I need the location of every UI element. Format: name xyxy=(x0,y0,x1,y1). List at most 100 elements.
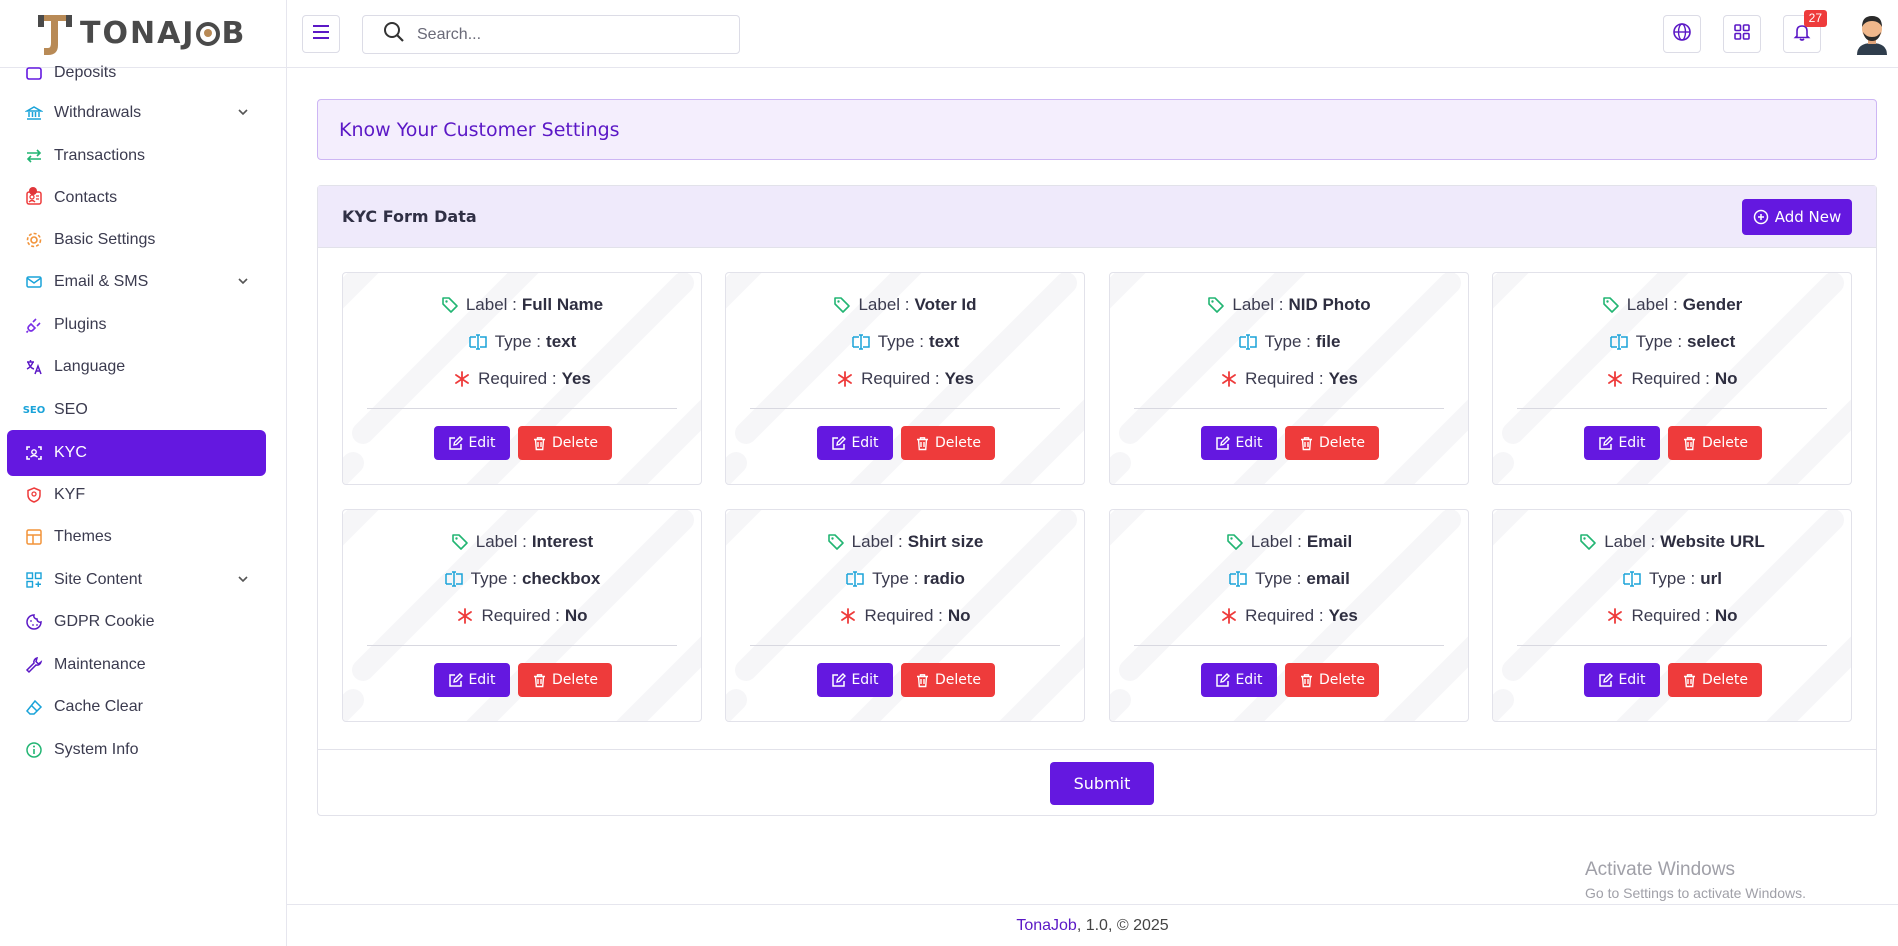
tag-icon xyxy=(1207,296,1225,314)
required-prefix: Required : xyxy=(1245,369,1324,388)
field-required-value: Yes xyxy=(944,369,974,388)
field-label-row: Label : NID Photo xyxy=(1110,295,1468,315)
trash-icon xyxy=(915,673,930,688)
menu-toggle-button[interactable] xyxy=(302,15,340,53)
language-button[interactable] xyxy=(1663,15,1701,53)
asterisk-icon xyxy=(453,370,471,388)
delete-label: Delete xyxy=(1319,672,1365,688)
sidebar-item-kyf[interactable]: KYF xyxy=(7,472,266,518)
seo-icon: SEO xyxy=(22,404,46,416)
edit-button[interactable]: Edit xyxy=(434,663,510,697)
sidebar-item-kyc[interactable]: KYC xyxy=(7,430,266,476)
kyc-form-card: KYC Form Data Add New Label : Full Name Ty… xyxy=(317,185,1877,816)
page-title: Know Your Customer Settings xyxy=(339,118,620,141)
search-input[interactable] xyxy=(417,25,717,44)
sidebar-item-label: KYF xyxy=(54,486,86,503)
add-new-button[interactable]: Add New xyxy=(1742,199,1852,235)
field-required-value: Yes xyxy=(1328,369,1358,388)
sidebar-item-plugins[interactable]: Plugins xyxy=(7,302,266,348)
type-prefix: Type : xyxy=(1255,569,1302,588)
required-prefix: Required : xyxy=(861,369,940,388)
edit-button[interactable]: Edit xyxy=(1584,663,1660,697)
delete-button[interactable]: Delete xyxy=(1668,426,1762,460)
logo-mark-icon xyxy=(36,13,76,55)
sidebar-item-withdrawals[interactable]: Withdrawals xyxy=(7,90,266,136)
avatar[interactable] xyxy=(1851,11,1893,55)
sidebar-item-label: Cache Clear xyxy=(54,698,143,715)
sidebar-item-site-content[interactable]: Site Content xyxy=(7,557,266,603)
delete-button[interactable]: Delete xyxy=(901,426,995,460)
trash-icon xyxy=(1299,673,1314,688)
field-type-value: text xyxy=(929,332,960,351)
asterisk-icon xyxy=(1606,607,1624,625)
kyc-field-card: Label : Website URL Type : url Required : No E… xyxy=(1492,509,1852,722)
tag-icon xyxy=(441,296,459,314)
wallet-icon xyxy=(24,63,44,83)
delete-button[interactable]: Delete xyxy=(1668,663,1762,697)
edit-button[interactable]: Edit xyxy=(434,426,510,460)
topbar: 27 xyxy=(287,0,1898,68)
delete-button[interactable]: Delete xyxy=(901,663,995,697)
field-label-row: Label : Website URL xyxy=(1493,532,1851,552)
label-prefix: Label : xyxy=(465,295,517,314)
grid-icon xyxy=(1733,23,1751,46)
delete-label: Delete xyxy=(935,672,981,688)
add-new-label: Add New xyxy=(1774,208,1842,226)
field-required-row: Required : No xyxy=(726,606,1084,626)
delete-button[interactable]: Delete xyxy=(518,426,612,460)
footer-brand-link[interactable]: TonaJob xyxy=(1016,917,1077,935)
asterisk-icon xyxy=(1220,607,1238,625)
edit-button[interactable]: Edit xyxy=(817,663,893,697)
sidebar-item-label: KYC xyxy=(54,444,87,461)
field-label-value: Interest xyxy=(531,532,594,551)
type-prefix: Type : xyxy=(872,569,919,588)
sidebar-item-maintenance[interactable]: Maintenance xyxy=(7,642,266,688)
notification-count-badge: 27 xyxy=(1803,10,1827,27)
edit-button[interactable]: Edit xyxy=(817,426,893,460)
submit-button[interactable]: Submit xyxy=(1050,762,1154,805)
edit-label: Edit xyxy=(1235,435,1263,451)
required-prefix: Required : xyxy=(1631,369,1710,388)
sidebar-item-transactions[interactable]: Transactions xyxy=(7,133,266,179)
edit-button[interactable]: Edit xyxy=(1201,663,1277,697)
asterisk-icon xyxy=(836,370,854,388)
notifications-button[interactable]: 27 xyxy=(1783,10,1827,53)
sidebar-item-seo[interactable]: SEO SEO xyxy=(7,387,266,433)
sidebar-item-label: Deposits xyxy=(54,64,117,81)
search-box[interactable] xyxy=(362,15,740,54)
eraser-icon xyxy=(24,697,44,717)
delete-label: Delete xyxy=(935,435,981,451)
sidebar-item-themes[interactable]: Themes xyxy=(7,514,266,560)
delete-button[interactable]: Delete xyxy=(1285,663,1379,697)
kyc-field-card: Label : Gender Type : select Required : No Edi… xyxy=(1492,272,1852,485)
sidebar-item-basic-settings[interactable]: Basic Settings xyxy=(7,217,266,263)
edit-label: Edit xyxy=(851,672,879,688)
edit-button[interactable]: Edit xyxy=(1584,426,1660,460)
layout-icon xyxy=(24,527,44,547)
tag-icon xyxy=(451,533,469,551)
delete-button[interactable]: Delete xyxy=(518,663,612,697)
delete-label: Delete xyxy=(552,672,598,688)
tag-icon xyxy=(1226,533,1244,551)
apps-button[interactable] xyxy=(1723,15,1761,53)
edit-label: Edit xyxy=(1618,435,1646,451)
sidebar-item-gdpr-cookie[interactable]: GDPR Cookie xyxy=(7,599,266,645)
sidebar-item-system-info[interactable]: System Info xyxy=(7,727,266,773)
field-label-row: Label : Shirt size xyxy=(726,532,1084,552)
delete-button[interactable]: Delete xyxy=(1285,426,1379,460)
sidebar-item-label: Themes xyxy=(54,528,112,545)
edit-button[interactable]: Edit xyxy=(1201,426,1277,460)
field-label-row: Label : Gender xyxy=(1493,295,1851,315)
sidebar-item-contacts[interactable]: Contacts xyxy=(7,175,266,221)
plus-circle-icon xyxy=(1753,209,1769,225)
field-type-value: select xyxy=(1687,332,1736,351)
wrench-icon xyxy=(24,655,44,675)
field-required-value: Yes xyxy=(561,369,591,388)
search-icon xyxy=(383,21,405,48)
field-required-value: No xyxy=(1714,369,1738,388)
sidebar-item-email-sms[interactable]: Email & SMS xyxy=(7,259,266,305)
required-prefix: Required : xyxy=(478,369,557,388)
label-prefix: Label : xyxy=(858,295,910,314)
sidebar-item-cache-clear[interactable]: Cache Clear xyxy=(7,684,266,730)
sidebar-item-language[interactable]: Language xyxy=(7,344,266,390)
